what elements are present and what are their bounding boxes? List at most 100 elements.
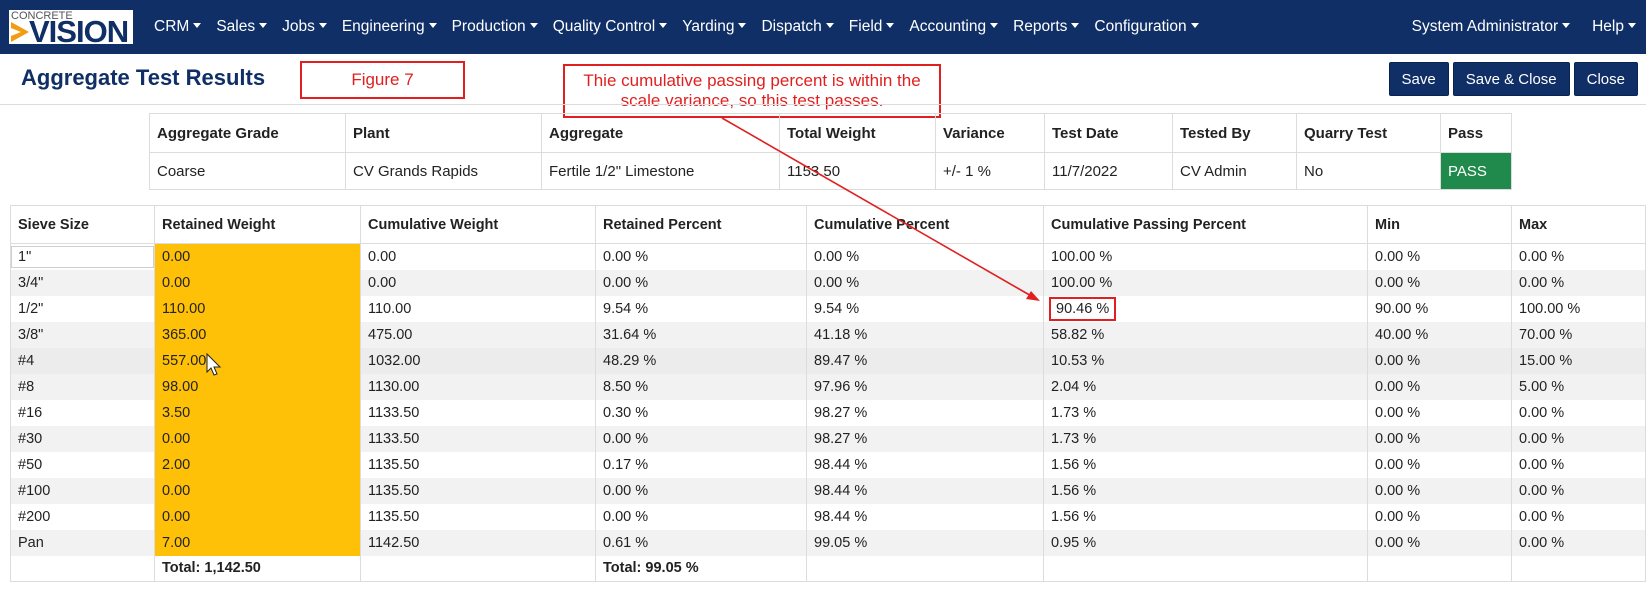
nav-right: System Administrator Help [1390, 0, 1636, 54]
min-value: 0.00 % [1375, 248, 1421, 265]
cumulative-percent-value: 98.44 % [814, 456, 868, 473]
retained-weight-value: 7.00 [162, 534, 191, 551]
retained-weight-cell[interactable]: 0.00 [154, 425, 361, 452]
cumulative-passing-percent-value: 2.04 % [1051, 378, 1097, 395]
help-label: Help [1592, 18, 1624, 35]
nav-label: Reports [1013, 18, 1068, 35]
cumulative-passing-percent-value: 90.46 % [1048, 296, 1117, 321]
nav-crm[interactable]: CRM [154, 18, 202, 36]
quarry-test-value: No [1296, 152, 1441, 190]
cumulative-passing-percent-cell: 90.46 % [1043, 295, 1368, 322]
nav-label: Engineering [341, 18, 425, 35]
user-menu[interactable]: System Administrator [1412, 18, 1571, 36]
max-value: 0.00 % [1519, 274, 1565, 291]
cumulative-percent-cell: 98.44 % [806, 477, 1044, 504]
retained-weight-cell[interactable]: 0.00 [154, 477, 361, 504]
retained-weight-cell[interactable]: 0.00 [154, 243, 361, 270]
retained-weight-cell[interactable]: 0.00 [154, 503, 361, 530]
cumulative-weight-value: 1133.50 [368, 404, 420, 421]
cumulative-passing-percent-value: 0.95 % [1051, 534, 1097, 551]
max-cell: 0.00 % [1511, 477, 1646, 504]
nav-label: CRM [154, 18, 190, 35]
tested-by-value: CV Admin [1172, 152, 1297, 190]
cumulative-passing-percent-value: 1.56 % [1051, 456, 1097, 473]
concrete-vision-logo[interactable]: CONCRETE VISION [9, 10, 133, 44]
table-row: 1" 0.00 0.00 0.00 % 0.00 % 100.00 % 0.00 % 0.00… [10, 243, 1646, 270]
save-button[interactable]: Save [1388, 62, 1449, 96]
nav-label: Dispatch [761, 18, 822, 35]
aggregate-grade-value: Coarse [149, 152, 346, 190]
chevron-down-icon [738, 23, 747, 28]
retained-weight-cell[interactable]: 557.00 [154, 347, 361, 374]
cumulative-percent-value: 0.00 % [814, 274, 860, 291]
chevron-down-icon [1190, 23, 1199, 28]
min-value: 0.00 % [1375, 430, 1421, 447]
retained-weight-value: 2.00 [162, 456, 191, 473]
sieve-size-cell: 1/2" [10, 295, 155, 322]
retained-percent-value: 8.50 % [603, 378, 649, 395]
nav-label: Production [451, 18, 526, 35]
min-cell: 0.00 % [1367, 477, 1512, 504]
retained-weight-cell[interactable]: 7.00 [154, 529, 361, 556]
col-sieve-size: Sieve Size [10, 205, 155, 244]
retained-weight-cell[interactable]: 3.50 [154, 399, 361, 426]
min-cell: 0.00 % [1367, 451, 1512, 478]
nav-label: Jobs [282, 18, 315, 35]
nav-dispatch[interactable]: Dispatch [761, 18, 834, 36]
cumulative-passing-percent-cell: 1.56 % [1043, 477, 1368, 504]
page-title: Aggregate Test Results [21, 65, 266, 90]
cumulative-weight-value: 110.00 [368, 300, 412, 317]
nav-accounting[interactable]: Accounting [909, 18, 999, 36]
nav-engineering[interactable]: Engineering [342, 18, 437, 36]
chevron-down-icon [428, 23, 437, 28]
retained-weight-cell[interactable]: 2.00 [154, 451, 361, 478]
nav-sales[interactable]: Sales [216, 18, 268, 36]
nav-field[interactable]: Field [849, 18, 895, 36]
cumulative-weight-cell: 1135.50 [360, 503, 596, 530]
max-cell: 100.00 % [1511, 295, 1646, 322]
plant-value: CV Grands Rapids [345, 152, 542, 190]
sieve-size-cell: #50 [10, 451, 155, 478]
max-cell: 0.00 % [1511, 243, 1646, 270]
nav-yarding[interactable]: Yarding [682, 18, 747, 36]
cumulative-passing-percent-value: 1.73 % [1051, 404, 1097, 421]
sieve-size-value: #16 [18, 404, 43, 421]
sieve-size-value: Pan [18, 534, 44, 551]
sieve-size-value: 1/2" [18, 300, 44, 317]
nav-configuration[interactable]: Configuration [1094, 18, 1199, 36]
retained-weight-value: 0.00 [162, 248, 191, 265]
retained-percent-value: 48.29 % [603, 352, 657, 369]
retained-weight-cell[interactable]: 110.00 [154, 295, 361, 322]
table-row: 3/8" 365.00 475.00 31.64 % 41.18 % 58.82 % 40.… [10, 321, 1646, 348]
retained-weight-cell[interactable]: 0.00 [154, 269, 361, 296]
retained-weight-cell[interactable]: 98.00 [154, 373, 361, 400]
sieve-size-cell: #200 [10, 503, 155, 530]
retained-percent-value: 0.17 % [603, 456, 649, 473]
retained-weight-cell[interactable]: 365.00 [154, 321, 361, 348]
retained-weight-value: 365.00 [162, 326, 207, 343]
nav-quality-control[interactable]: Quality Control [553, 18, 668, 36]
sieve-size-value: 3/4" [18, 274, 44, 291]
nav-reports[interactable]: Reports [1013, 18, 1080, 36]
table-row: #8 98.00 1130.00 8.50 % 97.96 % 2.04 % 0.00 % 5… [10, 373, 1646, 400]
cumulative-percent-value: 98.44 % [814, 508, 868, 525]
cumulative-percent-cell: 98.44 % [806, 451, 1044, 478]
nav-production[interactable]: Production [452, 18, 538, 36]
save-close-button[interactable]: Save & Close [1452, 62, 1570, 96]
nav-jobs[interactable]: Jobs [282, 18, 327, 36]
retained-weight-value: 557.00 [162, 352, 207, 369]
retained-percent-value: 31.64 % [603, 326, 657, 343]
total-retained-weight: Total: 1,142.50 [154, 555, 361, 582]
nav-label: Sales [216, 18, 256, 35]
retained-percent-cell: 8.50 % [595, 373, 807, 400]
totals-spacer [10, 555, 155, 582]
help-menu[interactable]: Help [1592, 18, 1636, 36]
col-total-weight: Total Weight [779, 113, 936, 153]
close-button[interactable]: Close [1573, 62, 1638, 96]
retained-weight-value: 3.50 [162, 404, 191, 421]
nav-label: Accounting [909, 18, 987, 35]
max-value: 100.00 % [1519, 300, 1581, 317]
cumulative-weight-cell: 1142.50 [360, 529, 596, 556]
table-row: 1/2" 110.00 110.00 9.54 % 9.54 % 90.46 % 90.00… [10, 295, 1646, 322]
retained-percent-cell: 9.54 % [595, 295, 807, 322]
